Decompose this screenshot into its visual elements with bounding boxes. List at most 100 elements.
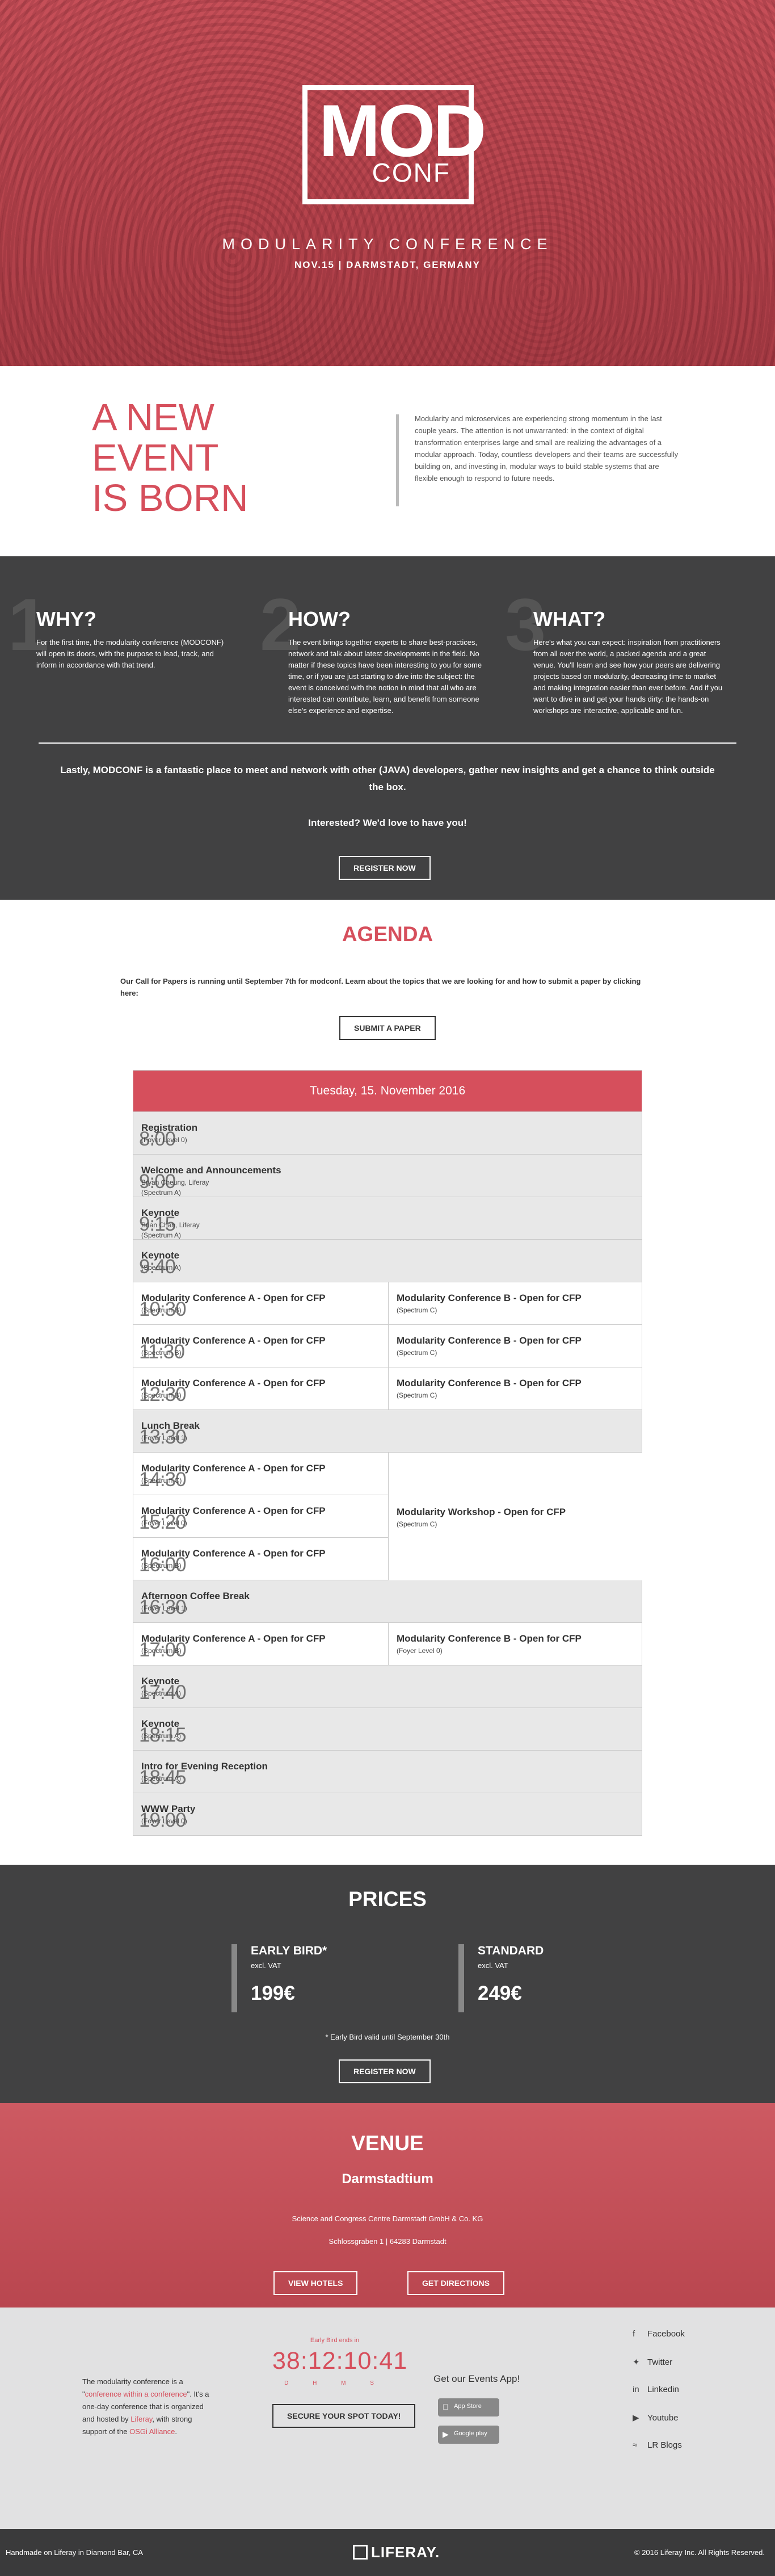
facebook-icon: f	[633, 2329, 635, 2339]
session-location: (Foyer Level 0)	[397, 1647, 443, 1655]
agenda-row: 14:30 Modularity Conference A - Open for …	[133, 1452, 643, 1580]
session-location: (Spectrum C)	[397, 1349, 437, 1357]
session-location: (Spectrum C)	[397, 1391, 437, 1399]
agenda-session: Modularity Conference B - Open for CFP (S…	[388, 1282, 643, 1324]
apple-icon: 	[443, 2402, 449, 2411]
agenda-row: 9:40 Keynote (Spectrum A)	[133, 1239, 642, 1282]
early-bird-note: * Early Bird valid until September 30th	[325, 2033, 450, 2041]
agenda-date: Tuesday, 15. November 2016	[133, 1071, 642, 1111]
session-location: (Spectrum C)	[141, 1476, 182, 1484]
countdown-timer: 38:12:10:41	[272, 2347, 408, 2374]
agenda-row: 11:30 Modularity Conference A - Open for …	[133, 1324, 642, 1367]
session-title: Keynote	[141, 1207, 180, 1218]
how-column: 2 HOW? The event brings together experts…	[260, 588, 484, 716]
session-title: Modularity Conference B - Open for CFP	[397, 1293, 582, 1303]
agenda-schedule: Tuesday, 15. November 2016 8:00 Registrat…	[133, 1070, 643, 1836]
agenda-row: 9:15 Keynote Brian Chan, Liferay (Spectrum …	[133, 1197, 642, 1239]
session-location: (Foyer Level 0)	[141, 1519, 187, 1527]
liferay-logo-icon	[353, 2545, 368, 2560]
session-location: (Spectrum C)	[397, 1306, 437, 1314]
liferay-logo: LIFERAY.	[353, 2544, 440, 2561]
session-location: (Foyer Level 0)	[141, 1136, 187, 1144]
about-divider	[39, 742, 736, 744]
standard-name: STANDARD	[478, 1944, 544, 1957]
session-location: (Spectrum B)	[141, 1306, 182, 1314]
register-now-button[interactable]: REGISTER NOW	[339, 856, 431, 880]
liferay-link[interactable]: Liferay	[130, 2415, 152, 2423]
session-title: Keynote	[141, 1250, 180, 1261]
session-title: Keynote	[141, 1676, 180, 1686]
venue-address-line1: Science and Congress Centre Darmstadt Gm…	[292, 2214, 483, 2223]
why-text: For the first time, the modularity confe…	[36, 638, 224, 669]
social-links: f Facebook ✦ Twitter in Linkedin ▶ Youtube ≈…	[633, 2329, 685, 2468]
agenda-row: 18:15 Keynote (Spectrum A)	[133, 1707, 642, 1750]
session-title: Welcome and Announcements	[141, 1165, 281, 1176]
social-twitter[interactable]: ✦ Twitter	[633, 2357, 685, 2385]
session-location: (Spectrum A)	[141, 1732, 182, 1740]
social-facebook[interactable]: f Facebook	[633, 2329, 685, 2357]
session-location: (Spectrum A)	[141, 1774, 182, 1782]
session-location: (Spectrum A)	[141, 1689, 182, 1697]
google-play-badge[interactable]: ▶ Google play	[438, 2426, 499, 2444]
early-bird-vat: excl. VAT	[251, 1961, 281, 1970]
lastly-text: Lastly, MODCONF is a fantastic place to …	[60, 765, 715, 792]
venue-name: Darmstadtium	[342, 2171, 433, 2187]
linkedin-icon: in	[633, 2385, 639, 2394]
prices-section: PRICES EARLY BIRD* excl. VAT 199€ STANDA…	[0, 1865, 775, 2103]
footer: The modularity conference is a "conferen…	[0, 2308, 775, 2529]
conference-link[interactable]: conference within a conference	[85, 2390, 187, 2398]
what-text: Here's what you can expect: inspiration …	[533, 638, 723, 715]
standard-vat: excl. VAT	[478, 1961, 508, 1970]
social-blogs[interactable]: ≈ LR Blogs	[633, 2440, 685, 2468]
how-text: The event brings together experts to sha…	[288, 638, 482, 715]
get-directions-button[interactable]: GET DIRECTIONS	[407, 2271, 505, 2295]
session-location: (Spectrum A)	[141, 1189, 182, 1197]
standard-card: STANDARD excl. VAT 249€	[458, 1944, 629, 2012]
session-location: Brian Chan, Liferay	[141, 1221, 200, 1229]
session-location: (Foyer Level 0)	[141, 1817, 187, 1825]
session-title: Modularity Conference A - Open for CFP	[141, 1548, 326, 1559]
session-title: Modularity Conference A - Open for CFP	[141, 1633, 326, 1644]
agenda-title: AGENDA	[342, 922, 433, 946]
cfp-text: Our Call for Papers is running until Sep…	[120, 977, 641, 997]
osgi-link[interactable]: OSGi Alliance	[129, 2427, 175, 2436]
intro-divider	[396, 414, 399, 506]
session-title: Lunch Break	[141, 1420, 200, 1431]
session-location: Bryan Cheung, Liferay	[141, 1178, 209, 1186]
venue-title: VENUE	[351, 2132, 424, 2155]
agenda-row: 10:30 Modularity Conference A - Open for …	[133, 1282, 642, 1324]
hero-subtitle: NOV.15 | DARMSTADT, GERMANY	[294, 259, 481, 270]
twitter-icon: ✦	[633, 2357, 640, 2367]
venue-section: VENUE Darmstadtium Science and Congress …	[0, 2103, 775, 2308]
youtube-icon: ▶	[633, 2413, 639, 2423]
session-title: Intro for Evening Reception	[141, 1761, 268, 1772]
session-title: Modularity Conference A - Open for CFP	[141, 1505, 326, 1516]
prices-title: PRICES	[348, 1887, 427, 1911]
venue-address-line2: Schlossgraben 1 | 64283 Darmstadt	[328, 2237, 447, 2246]
intro-text: Modularity and microservices are experie…	[415, 414, 679, 483]
social-linkedin[interactable]: in Linkedin	[633, 2385, 685, 2413]
session-location: (Foyer Level 1)	[141, 1434, 187, 1442]
app-store-badge[interactable]: App Store	[438, 2398, 499, 2416]
agenda-session: Welcome and Announcements Bryan Cheung, L…	[133, 1155, 642, 1197]
social-youtube[interactable]: ▶ Youtube	[633, 2413, 685, 2440]
bottom-bar: Handmade on Liferay in Diamond Bar, CA L…	[0, 2529, 775, 2576]
session-location: (Spectrum A)	[141, 1264, 182, 1272]
intro-section: A NEW EVENT IS BORN Modularity and micro…	[0, 366, 775, 556]
session-title: Registration	[141, 1122, 198, 1133]
agenda-row: 18:45 Intro for Evening Reception (Spectru…	[133, 1750, 642, 1793]
interested-text: Interested? We'd love to have you!	[308, 817, 467, 828]
session-title: Modularity Conference A - Open for CFP	[141, 1335, 326, 1346]
session-location: (Spectrum B)	[141, 1391, 182, 1399]
submit-paper-button[interactable]: SUBMIT A PAPER	[339, 1016, 436, 1040]
session-title: Modularity Conference A - Open for CFP	[141, 1378, 326, 1388]
secure-spot-button[interactable]: SECURE YOUR SPOT TODAY!	[272, 2404, 416, 2428]
prices-register-button[interactable]: REGISTER NOW	[339, 2059, 431, 2083]
view-hotels-button[interactable]: VIEW HOTELS	[273, 2271, 358, 2295]
early-bird-card: EARLY BIRD* excl. VAT 199€	[231, 1944, 402, 2012]
intro-heading: A NEW EVENT IS BORN	[92, 396, 248, 519]
agenda-session: Keynote Brian Chan, Liferay (Spectrum A)	[133, 1197, 642, 1239]
why-title: WHY?	[36, 607, 96, 631]
agenda-session: Keynote (Spectrum A)	[133, 1665, 642, 1707]
why-column: 1 WHY? For the first time, the modularit…	[8, 588, 232, 671]
